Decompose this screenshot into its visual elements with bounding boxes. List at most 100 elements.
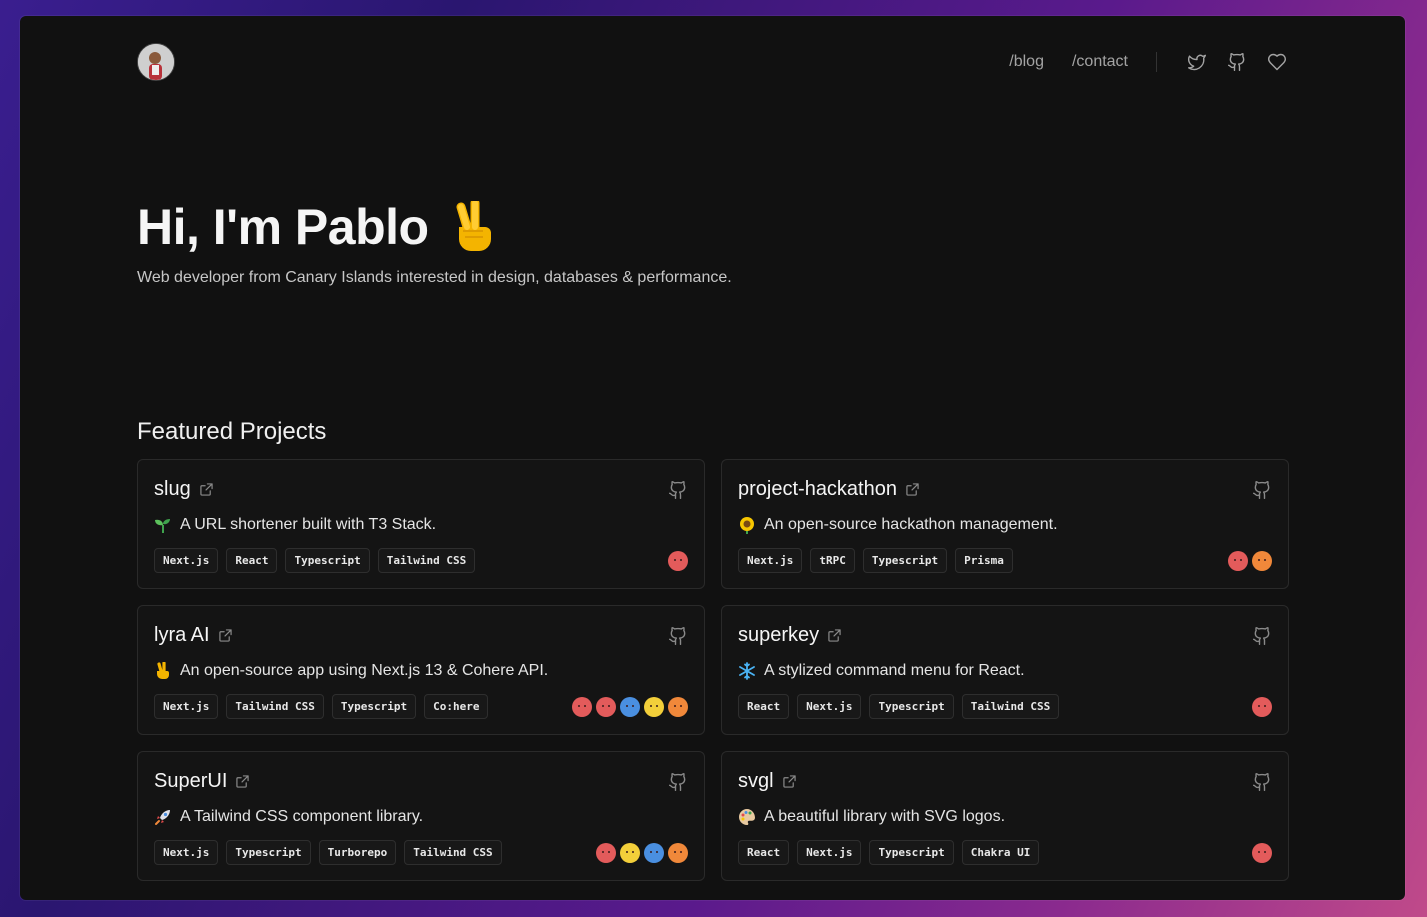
tech-tag: Typescript: [285, 548, 370, 573]
github-icon[interactable]: [668, 480, 688, 500]
tag-list: Next.js Tailwind CSS Typescript Co:here: [154, 694, 489, 719]
sunflower-icon: [738, 516, 756, 534]
tag-list: Next.js React Typescript Tailwind CSS: [154, 548, 476, 573]
tag-list: React Next.js Typescript Tailwind CSS: [738, 694, 1060, 719]
contributor-avatars: [1228, 551, 1272, 571]
project-card-superkey[interactable]: superkey A stylized command menu for Reac…: [721, 605, 1289, 735]
external-link-icon[interactable]: [236, 775, 250, 788]
project-description: A Tailwind CSS component library.: [154, 808, 423, 826]
tech-tag: Co:here: [424, 694, 489, 719]
project-card-header: svgl: [738, 770, 796, 793]
tech-tag: Next.js: [797, 840, 862, 865]
nav-link-blog[interactable]: /blog: [1009, 53, 1044, 71]
external-link-icon[interactable]: [782, 775, 796, 788]
external-link-icon[interactable]: [218, 629, 232, 642]
tech-tag: Next.js: [738, 548, 803, 573]
tech-tag: Turborepo: [318, 840, 397, 865]
tech-tag: Next.js: [154, 840, 219, 865]
project-card-header: SuperUI: [154, 770, 250, 793]
external-link-icon[interactable]: [828, 629, 841, 642]
external-link-icon[interactable]: [906, 483, 919, 496]
project-card-svgl[interactable]: svgl A beautiful library with SVG logos. R…: [721, 751, 1289, 881]
contributor-avatars: [1252, 697, 1272, 717]
tech-tag: Typescript: [331, 694, 417, 719]
contributor-avatars: [596, 843, 688, 863]
contributor-avatar[interactable]: [620, 843, 640, 863]
contributor-avatar[interactable]: [620, 697, 640, 717]
tech-tag: Tailwind CSS: [377, 548, 476, 573]
nav-link-contact[interactable]: /contact: [1072, 53, 1128, 71]
hero-title: Hi, I'm Pablo: [137, 198, 497, 256]
rocket-icon: [154, 808, 172, 826]
github-icon[interactable]: [1252, 772, 1272, 792]
project-card-lyra-ai[interactable]: lyra AI An open-source app using Next.js …: [137, 605, 705, 735]
nav-divider: [1156, 52, 1157, 72]
project-card-superui[interactable]: SuperUI A Tailwind CSS component library.…: [137, 751, 705, 881]
project-title[interactable]: project-hackathon: [738, 478, 897, 501]
project-card-slug[interactable]: slug A URL shortener built with T3 Stack.…: [137, 459, 705, 589]
tech-tag: tRPC: [810, 548, 855, 573]
project-title[interactable]: lyra AI: [154, 624, 210, 647]
victory-hand-icon: [451, 198, 497, 253]
project-title[interactable]: slug: [154, 478, 191, 501]
victory-hand-icon: [154, 661, 172, 680]
seedling-icon: [154, 516, 172, 534]
snowflake-icon: [738, 662, 756, 680]
github-icon[interactable]: [1252, 480, 1272, 500]
project-description: A beautiful library with SVG logos.: [738, 808, 1005, 826]
contributor-avatar[interactable]: [596, 697, 616, 717]
project-card-header: lyra AI: [154, 624, 232, 647]
contributor-avatar[interactable]: [668, 697, 688, 717]
tag-list: Next.js tRPC Typescript Prisma: [738, 548, 1013, 573]
artist-palette-icon: [738, 808, 756, 826]
tech-tag: Tailwind CSS: [226, 694, 324, 719]
project-description: A stylized command menu for React.: [738, 662, 1025, 680]
hero-title-text: Hi, I'm Pablo: [137, 199, 429, 255]
project-title[interactable]: SuperUI: [154, 770, 227, 793]
contributor-avatar[interactable]: [644, 697, 664, 717]
heart-icon[interactable]: [1265, 50, 1289, 74]
github-icon[interactable]: [1252, 626, 1272, 646]
contributor-avatars: [1252, 843, 1272, 863]
github-icon[interactable]: [1225, 50, 1249, 74]
tech-tag: React: [738, 694, 790, 719]
avatar[interactable]: [137, 43, 175, 81]
project-card-project-hackathon[interactable]: project-hackathon An open-source hackatho…: [721, 459, 1289, 589]
github-icon[interactable]: [668, 626, 688, 646]
project-card-header: slug: [154, 478, 213, 501]
twitter-icon[interactable]: [1185, 50, 1209, 74]
tech-tag: Typescript: [869, 694, 954, 719]
contributor-avatar[interactable]: [668, 843, 688, 863]
tech-tag: Next.js: [154, 694, 219, 719]
tag-list: React Next.js Typescript Chakra UI: [738, 840, 1040, 865]
project-card-header: project-hackathon: [738, 478, 919, 501]
contributor-avatar[interactable]: [596, 843, 616, 863]
tech-tag: Prisma: [955, 548, 1013, 573]
project-title[interactable]: svgl: [738, 770, 774, 793]
project-title[interactable]: superkey: [738, 624, 819, 647]
hero-subtitle: Web developer from Canary Islands intere…: [137, 269, 732, 286]
contributor-avatars: [572, 697, 688, 717]
project-description: A URL shortener built with T3 Stack.: [154, 516, 436, 534]
tech-tag: Next.js: [154, 548, 219, 573]
project-description-text: A Tailwind CSS component library.: [180, 808, 424, 825]
contributor-avatar[interactable]: [644, 843, 664, 863]
tech-tag: Next.js: [797, 694, 862, 719]
github-icon[interactable]: [668, 772, 688, 792]
contributor-avatar[interactable]: [572, 697, 592, 717]
tech-tag: React: [226, 548, 278, 573]
project-description-text: A beautiful library with SVG logos.: [764, 808, 1006, 825]
browser-window: /blog /contact Hi, I'm Pablo Web develop…: [20, 16, 1405, 900]
contributor-avatar[interactable]: [1228, 551, 1248, 571]
tech-tag: Typescript: [869, 840, 954, 865]
project-description-text: An open-source app using Next.js 13 & Co…: [180, 662, 549, 679]
tech-tag: React: [738, 840, 790, 865]
tech-tag: Tailwind CSS: [404, 840, 502, 865]
external-link-icon[interactable]: [200, 483, 213, 496]
contributor-avatar[interactable]: [668, 551, 688, 571]
project-card-header: superkey: [738, 624, 841, 647]
contributor-avatar[interactable]: [1252, 697, 1272, 717]
contributor-avatar[interactable]: [1252, 551, 1272, 571]
tech-tag: Typescript: [862, 548, 948, 573]
contributor-avatar[interactable]: [1252, 843, 1272, 863]
